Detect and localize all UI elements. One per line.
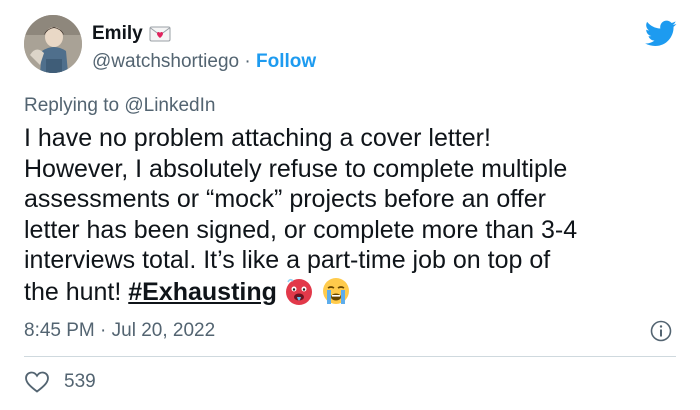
tweet-meta: 8:45 PM · Jul 20, 2022 (24, 319, 215, 343)
tweet-line: interviews total. It’s like a part-time … (24, 246, 551, 275)
author-handle-row: @watchshortiego · Follow (92, 50, 316, 74)
handle-separator: · (239, 51, 256, 72)
reply-mention-link[interactable]: @LinkedIn (124, 95, 215, 116)
hot-face-icon (285, 278, 312, 305)
twitter-bird-icon[interactable] (645, 20, 677, 48)
meta-separator: · (94, 320, 112, 341)
tweet-line: I have no problem attaching a cover lett… (24, 124, 491, 152)
divider (24, 356, 676, 357)
like-action[interactable]: 539 (24, 370, 96, 394)
tweet-line: assessments or “mock” projects before an… (24, 185, 546, 214)
tweet-date[interactable]: Jul 20, 2022 (112, 320, 216, 341)
tweet-line-prefix: the hunt! (24, 277, 129, 306)
replying-prefix: Replying to (24, 95, 125, 116)
tweet-line-last: the hunt! #Exhausting (24, 276, 684, 308)
crying-face-icon (322, 277, 349, 304)
info-icon[interactable] (650, 320, 672, 342)
love-letter-icon (149, 26, 171, 42)
tweet-line: However, I absolutely refuse to complete… (24, 154, 568, 183)
author-name[interactable]: Emily (92, 22, 143, 46)
author-name-row[interactable]: Emily (92, 22, 171, 46)
tweet-time[interactable]: 8:45 PM (24, 320, 95, 341)
heart-icon[interactable] (24, 370, 50, 394)
hashtag-link[interactable]: #Exhausting (128, 278, 277, 306)
tweet-line: letter has been signed, or complete more… (24, 215, 578, 244)
avatar-image (24, 15, 82, 73)
follow-button[interactable]: Follow (256, 51, 316, 72)
author-handle[interactable]: @watchshortiego (92, 51, 239, 72)
avatar[interactable] (24, 15, 82, 73)
tweet-text: I have no problem attaching a cover lett… (24, 123, 684, 308)
replying-to: Replying to @LinkedIn (24, 94, 215, 118)
like-count: 539 (64, 371, 96, 392)
